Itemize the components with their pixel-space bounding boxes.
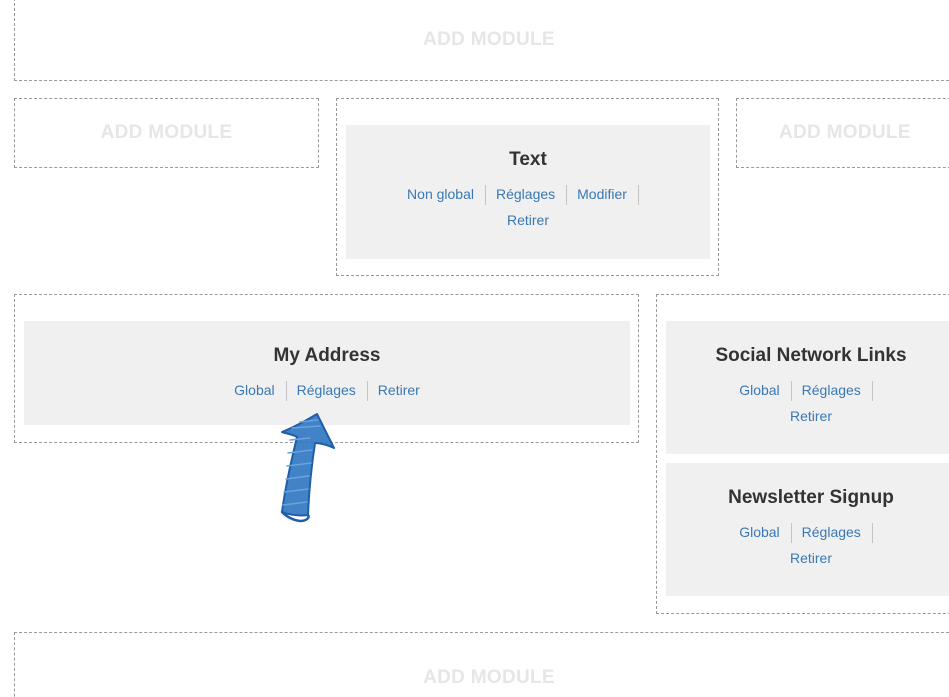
text-module: Text Non global Réglages Modifier Retirer — [346, 125, 710, 259]
divider — [871, 381, 873, 402]
add-module-label: ADD MODULE — [779, 122, 911, 143]
settings-link[interactable]: Réglages — [297, 382, 356, 398]
module-actions: Global Réglages Retirer — [666, 519, 949, 571]
divider — [790, 381, 792, 402]
module-actions: Non global Réglages Modifier Retirer — [346, 181, 710, 233]
add-module-label: ADD MODULE — [100, 122, 233, 143]
arrow-shape — [281, 413, 335, 517]
add-module-slot-bottom[interactable]: ADD MODULE — [14, 632, 949, 697]
newsletter-signup-module: Newsletter Signup Global Réglages Retirer — [666, 463, 949, 596]
divider — [285, 381, 287, 402]
add-module-label: ADD MODULE — [423, 28, 555, 50]
add-module-slot-row2-left[interactable]: ADD MODULE — [14, 98, 319, 168]
module-title: Newsletter Signup — [728, 487, 894, 508]
module-title: Social Network Links — [715, 345, 907, 366]
non-global-link[interactable]: Non global — [407, 186, 474, 202]
add-module-slot-row2-right[interactable]: ADD MODULE — [736, 98, 949, 168]
module-layout-canvas: ADD MODULE ADD MODULE Text Non global Rég… — [0, 0, 949, 697]
remove-link[interactable]: Retirer — [378, 382, 420, 398]
remove-link[interactable]: Retirer — [790, 550, 832, 566]
divider — [566, 185, 568, 206]
divider — [871, 523, 873, 544]
global-link[interactable]: Global — [739, 382, 779, 398]
global-link[interactable]: Global — [739, 524, 779, 540]
global-link[interactable]: Global — [234, 382, 274, 398]
settings-link[interactable]: Réglages — [802, 524, 861, 540]
module-title: My Address — [273, 345, 381, 366]
module-actions: Global Réglages Retirer — [24, 377, 630, 403]
social-network-links-module: Social Network Links Global Réglages Reti… — [666, 321, 949, 454]
remove-link[interactable]: Retirer — [790, 408, 832, 424]
settings-link[interactable]: Réglages — [802, 382, 861, 398]
divider — [366, 381, 368, 402]
hand-drawn-arrow-icon — [280, 413, 335, 523]
remove-link[interactable]: Retirer — [507, 212, 549, 228]
add-module-slot-top[interactable]: ADD MODULE — [14, 0, 949, 81]
divider — [790, 523, 792, 544]
divider — [484, 185, 486, 206]
settings-link[interactable]: Réglages — [496, 186, 555, 202]
divider — [637, 185, 639, 206]
module-title: Text — [509, 149, 547, 170]
edit-link[interactable]: Modifier — [577, 186, 627, 202]
module-actions: Global Réglages Retirer — [666, 377, 949, 429]
add-module-label: ADD MODULE — [423, 667, 555, 688]
